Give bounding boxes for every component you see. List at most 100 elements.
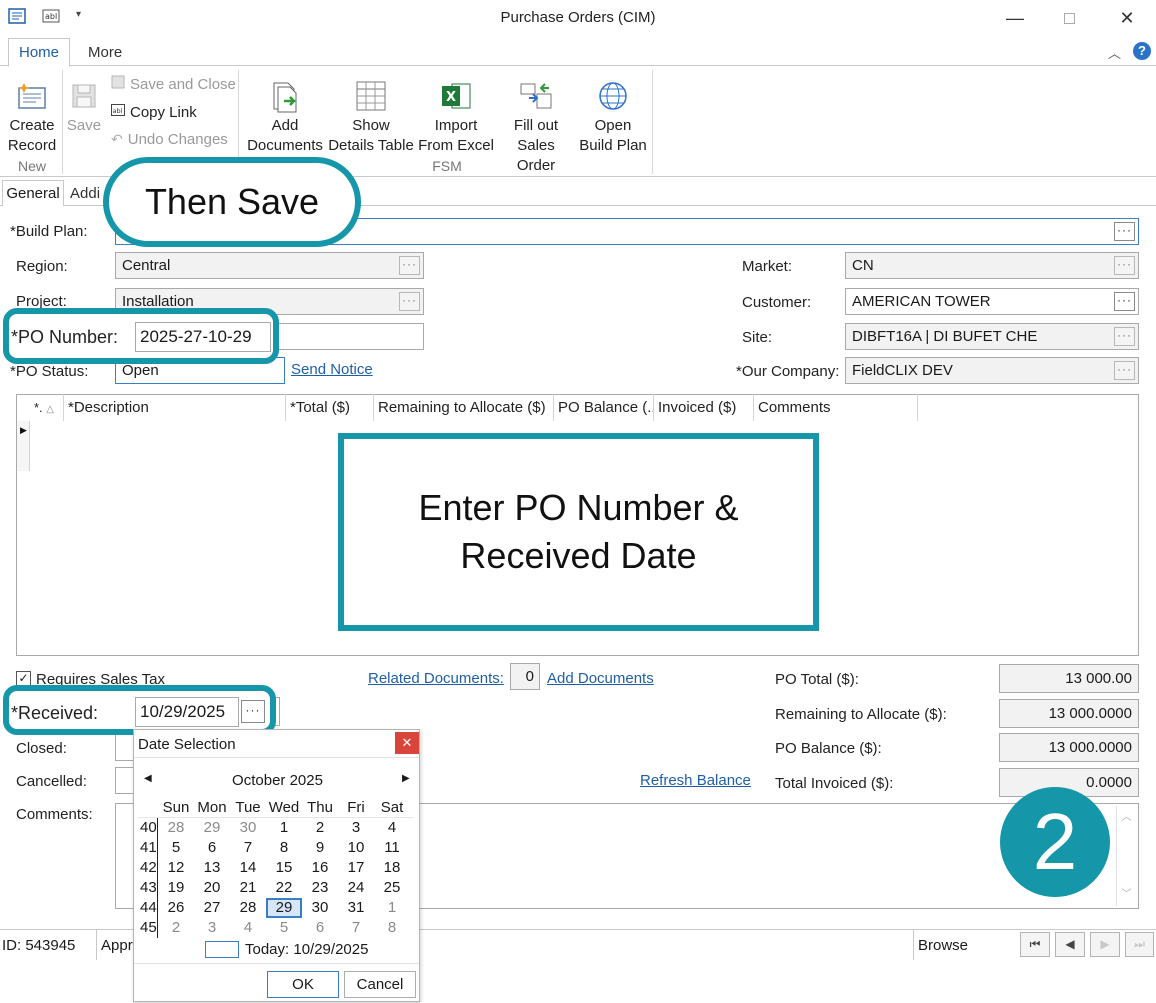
calendar-day[interactable]: 5 [266,918,302,938]
received-date-picker-button[interactable]: ··· [241,700,265,723]
undo-changes-button[interactable]: ↶ Undo Changes [111,131,228,148]
grid-col-remaining[interactable]: Remaining to Allocate ($) [374,394,554,421]
calendar-day[interactable]: 28 [230,898,266,918]
calendar-day[interactable]: 30 [230,818,266,838]
market-field[interactable]: CN [845,252,1139,279]
calendar-day[interactable]: 3 [194,918,230,938]
calendar-day[interactable]: 25 [374,878,410,898]
our-company-field[interactable]: FieldCLIX DEV [845,357,1139,384]
market-lookup-button[interactable]: ··· [1114,256,1135,275]
calendar-day[interactable]: 20 [194,878,230,898]
calendar-day[interactable]: 16 [302,858,338,878]
received-date-field[interactable]: 10/29/2025 [135,697,239,727]
fill-out-sales-order-button[interactable]: Fill out Sales Order [496,76,576,176]
calendar-day[interactable]: 28 [158,818,194,838]
copy-link-button[interactable]: abl Copy Link [111,103,197,121]
date-selection-close-button[interactable]: ✕ [395,732,419,754]
maximize-button[interactable] [1054,6,1084,30]
today-label[interactable]: Today: 10/29/2025 [245,941,368,958]
next-month-arrow[interactable]: ▶ [402,773,410,784]
calendar-day[interactable]: 15 [266,858,302,878]
calendar-day[interactable]: 13 [194,858,230,878]
po-number-field-tail[interactable] [272,323,424,350]
refresh-balance-link[interactable]: Refresh Balance [640,772,751,789]
tab-more[interactable]: More [88,44,122,61]
calendar-day[interactable]: 10 [338,838,374,858]
minimize-button[interactable]: — [1000,6,1030,30]
open-build-plan-button[interactable]: Open Build Plan [578,76,648,156]
closed-field[interactable] [115,734,135,761]
grid-col-total[interactable]: *Total ($) [286,394,374,421]
calendar-day[interactable]: 31 [338,898,374,918]
site-field[interactable]: DIBFT16A | DI BUFET CHE [845,323,1139,350]
po-number-field[interactable]: 2025-27-10-29 [135,322,271,352]
calendar-day[interactable]: 6 [194,838,230,858]
show-details-table-button[interactable]: Show Details Table [327,76,415,156]
calendar-day[interactable]: 24 [338,878,374,898]
calendar-day[interactable]: 17 [338,858,374,878]
save-button[interactable]: Save [64,76,104,136]
region-field[interactable]: Central [115,252,424,279]
grid-col-invoiced[interactable]: Invoiced ($) [654,394,754,421]
grid-col-sort[interactable]: *. △ [30,394,64,421]
add-documents-link[interactable]: Add Documents [547,670,654,687]
close-button[interactable]: ✕ [1112,6,1142,30]
calendar-day[interactable]: 8 [266,838,302,858]
tab-general[interactable]: General [2,180,64,206]
cancelled-field[interactable] [115,767,135,794]
calendar-day[interactable]: 26 [158,898,194,918]
send-notice-link[interactable]: Send Notice [291,361,373,378]
save-and-close-button[interactable]: Save and Close [111,75,236,93]
calendar-day[interactable]: 18 [374,858,410,878]
calendar-day[interactable]: 11 [374,838,410,858]
grid-col-comments[interactable]: Comments [754,394,918,421]
calendar-day[interactable]: 5 [158,838,194,858]
build-plan-lookup-button[interactable]: ··· [1114,222,1135,241]
calendar-day[interactable]: 2 [302,818,338,838]
project-lookup-button[interactable]: ··· [399,292,420,311]
calendar-day[interactable]: 7 [230,838,266,858]
calendar-day[interactable]: 4 [374,818,410,838]
add-documents-ribbon-button[interactable]: Add Documents [246,76,324,156]
first-record-button[interactable]: ⏮ [1020,932,1050,957]
calendar-day[interactable]: 4 [230,918,266,938]
calendar-cancel-button[interactable]: Cancel [344,971,416,998]
import-from-excel-button[interactable]: X Import From Excel [418,76,494,156]
comments-scrollbar[interactable]: ︿ ﹀ [1116,806,1136,906]
tab-additional[interactable]: Addi [70,185,100,202]
calendar-day[interactable]: 22 [266,878,302,898]
calendar-day[interactable]: 12 [158,858,194,878]
calendar-day-selected[interactable]: 29 [266,898,302,918]
calendar-day[interactable]: 29 [194,818,230,838]
calendar-day[interactable]: 27 [194,898,230,918]
calendar-day[interactable]: 8 [374,918,410,938]
last-record-button[interactable]: ⏭ [1125,932,1154,957]
grid-col-po-balance[interactable]: PO Balance (... [554,394,654,421]
create-record-button[interactable]: Create Record [4,76,60,156]
requires-sales-tax-checkbox[interactable]: ✓ [16,671,31,686]
calendar-day[interactable]: 3 [338,818,374,838]
related-documents-link[interactable]: Related Documents: [368,670,504,687]
calendar-day[interactable]: 21 [230,878,266,898]
our-company-lookup-button[interactable]: ··· [1114,361,1135,380]
tab-home[interactable]: Home [8,38,70,67]
calendar-day[interactable]: 9 [302,838,338,858]
customer-field[interactable]: AMERICAN TOWER [845,288,1139,315]
calendar-day[interactable]: 19 [158,878,194,898]
calendar-day[interactable]: 14 [230,858,266,878]
calendar-day[interactable]: 7 [338,918,374,938]
calendar-day[interactable]: 30 [302,898,338,918]
region-lookup-button[interactable]: ··· [399,256,420,275]
site-lookup-button[interactable]: ··· [1114,327,1135,346]
grid-col-description[interactable]: *Description [64,394,286,421]
calendar-day[interactable]: 1 [374,898,410,918]
help-icon[interactable]: ? [1133,42,1151,60]
calendar-day[interactable]: 6 [302,918,338,938]
customer-lookup-button[interactable]: ··· [1114,292,1135,311]
collapse-ribbon-icon[interactable]: ︿ [1108,43,1121,62]
next-record-button[interactable]: ▶ [1090,932,1120,957]
calendar-ok-button[interactable]: OK [267,971,339,998]
calendar-day[interactable]: 1 [266,818,302,838]
calendar-day[interactable]: 2 [158,918,194,938]
calendar-day[interactable]: 23 [302,878,338,898]
